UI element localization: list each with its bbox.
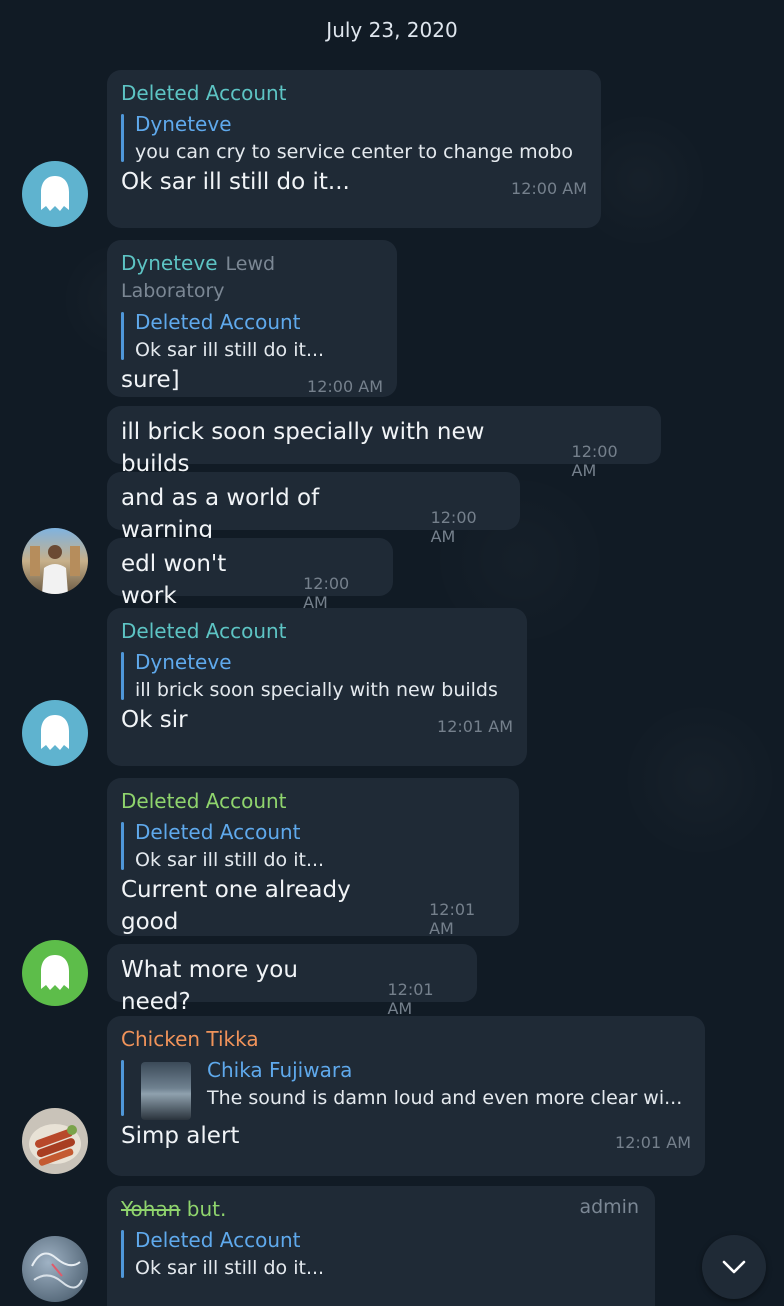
message-time: 12:00 AM xyxy=(307,377,383,396)
message-bubble[interactable]: Chicken Tikka Chika Fujiwara The sound i… xyxy=(107,1016,705,1176)
message-text: Simp alert xyxy=(121,1123,240,1149)
reply-sender: Chika Fujiwara xyxy=(207,1058,353,1082)
reply-text: The sound is damn loud and even more cle… xyxy=(207,1087,683,1109)
ghost-icon xyxy=(41,955,69,990)
reply-quote[interactable]: Deleted Account Ok sar ill still do it..… xyxy=(121,818,505,874)
message-bubble[interactable]: Deleted Account Deleted Account Ok sar i… xyxy=(107,778,519,938)
message-time: 12:00 AM xyxy=(430,508,477,546)
sender-name: Deleted Account xyxy=(121,789,287,813)
sender-name-struck: Yohan xyxy=(121,1197,181,1221)
ghost-icon xyxy=(41,715,69,750)
message-text: Ok sar ill still do it... xyxy=(121,169,350,195)
sender-line: Dyneteve Lewd Laboratory xyxy=(121,250,383,304)
reply-sender: Deleted Account xyxy=(135,310,301,334)
message-time: 12:00 AM xyxy=(511,179,587,198)
reply-thumbnail xyxy=(141,1062,191,1120)
avatar-ghost[interactable] xyxy=(22,161,88,227)
reply-text: Ok sar ill still do it... xyxy=(135,339,325,361)
reply-sender: Deleted Account xyxy=(135,1228,301,1252)
message-time: 12:00 AM xyxy=(571,442,618,480)
date-header: July 23, 2020 xyxy=(326,18,458,42)
sketch-photo-icon xyxy=(31,1252,83,1289)
sender-name: Deleted Account xyxy=(121,619,287,643)
avatar-ghost[interactable] xyxy=(22,700,88,766)
food-photo-icon xyxy=(29,1124,81,1166)
reply-sender: Dyneteve xyxy=(135,650,232,674)
message-bubble[interactable]: Dyneteve Lewd Laboratory Deleted Account … xyxy=(107,240,397,397)
reply-quote[interactable]: Chika Fujiwara The sound is damn loud an… xyxy=(121,1056,691,1120)
reply-quote[interactable]: Deleted Account Ok sar ill still do it..… xyxy=(121,1226,641,1282)
reply-quote[interactable]: Deleted Account Ok sar ill still do it..… xyxy=(121,308,383,364)
ghost-icon xyxy=(41,176,69,211)
message-time: 12:00 AM xyxy=(303,574,350,612)
message-bubble[interactable]: and as a world of warning 12:00 AM xyxy=(107,472,520,546)
sender-name: but. xyxy=(180,1197,227,1221)
message-text: ill brick soon specially with new builds xyxy=(121,419,485,477)
reply-sender: Dyneteve xyxy=(135,112,232,136)
reply-text: Ok sar ill still do it... xyxy=(135,1257,325,1279)
reply-text: ill brick soon specially with new builds xyxy=(135,679,498,701)
reply-quote[interactable]: Dyneteve you can cry to service center t… xyxy=(121,110,587,166)
message-time: 12:01 AM xyxy=(429,900,476,938)
message-bubble[interactable]: edl won't work 12:00 AM xyxy=(107,538,393,612)
reply-text: you can cry to service center to change … xyxy=(135,141,573,163)
message-text: Current one already good xyxy=(121,877,351,935)
scroll-down-button[interactable] xyxy=(702,1235,766,1299)
person-photo-icon xyxy=(30,545,80,594)
avatar-photo[interactable] xyxy=(22,528,88,594)
message-text: edl won't work xyxy=(121,551,227,609)
avatar-ghost[interactable] xyxy=(22,940,88,1006)
message-text: sure] xyxy=(121,367,180,393)
message-time: 12:01 AM xyxy=(437,717,513,736)
sender-name: Deleted Account xyxy=(121,81,287,105)
sender-name: Chicken Tikka xyxy=(121,1027,259,1051)
message-text: and as a world of warning xyxy=(121,485,320,543)
admin-badge: admin xyxy=(579,1196,639,1218)
chat-area[interactable]: July 23, 2020 Deleted Account Dyneteve y… xyxy=(0,0,784,1306)
message-bubble[interactable]: Deleted Account Dyneteve ill brick soon … xyxy=(107,608,527,766)
message-text: Ok sir xyxy=(121,707,188,733)
message-time: 12:01 AM xyxy=(387,980,434,1018)
message-bubble[interactable]: ill brick soon specially with new builds… xyxy=(107,406,661,480)
avatar-photo[interactable] xyxy=(22,1236,88,1302)
sender-line: Yohan but. xyxy=(121,1196,641,1222)
avatar-photo[interactable] xyxy=(22,1108,88,1174)
message-text: What more you need? xyxy=(121,957,298,1015)
reply-quote[interactable]: Dyneteve ill brick soon specially with n… xyxy=(121,648,513,704)
message-bubble[interactable]: What more you need? 12:01 AM xyxy=(107,944,477,1018)
message-bubble[interactable]: Yohan but. admin Deleted Account Ok sar … xyxy=(107,1186,655,1306)
message-bubble[interactable]: Deleted Account Dyneteve you can cry to … xyxy=(107,70,601,228)
chevron-down-icon xyxy=(722,1260,746,1274)
reply-sender: Deleted Account xyxy=(135,820,301,844)
sender-name: Dyneteve xyxy=(121,251,218,275)
message-time: 12:01 AM xyxy=(615,1133,691,1152)
reply-text: Ok sar ill still do it... xyxy=(135,849,325,871)
